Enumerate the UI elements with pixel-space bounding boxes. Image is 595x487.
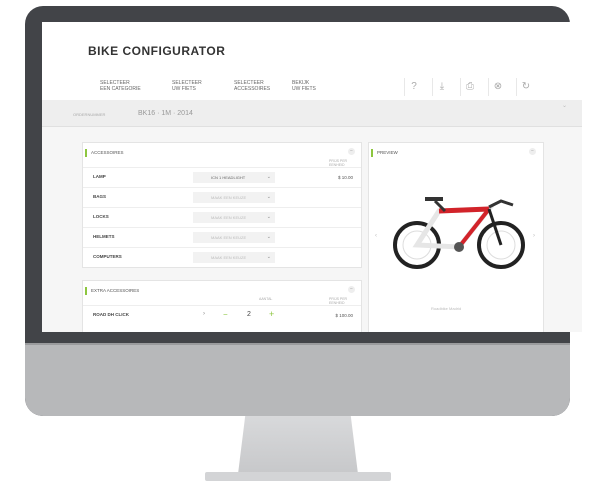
chevron-down-icon: ⌄ bbox=[266, 254, 271, 260]
accessory-price: $ 10.00 bbox=[337, 175, 353, 180]
order-bar: ORDERNUMMER BK16 · 1M · 2014 ⌄ bbox=[42, 100, 582, 127]
accessories-title: ACCESSOIRES bbox=[85, 149, 124, 157]
price-column-header: PRIJS PER EENHEID bbox=[329, 297, 348, 305]
collapse-icon[interactable]: − bbox=[348, 286, 355, 293]
table-row: LAMP ICN 1 HEADLIGHT ⌄ $ 10.00 bbox=[83, 167, 361, 188]
select-value: MAAK EEN KEUZE bbox=[211, 195, 247, 200]
select-value: MAAK EEN KEUZE bbox=[211, 215, 247, 220]
accessory-label: LAMP bbox=[93, 174, 106, 179]
table-row: LOCKS MAAK EEN KEUZE ⌄ bbox=[83, 207, 361, 228]
preview-panel: PREVIEW − Roadbike Madrid ‹ › bbox=[368, 142, 544, 332]
tab-accessories[interactable]: SELECTEER ACCESSOIRES bbox=[226, 80, 282, 102]
chevron-down-icon: ⌄ bbox=[266, 194, 271, 200]
accessory-label: ROAD DH CLICK bbox=[93, 312, 129, 317]
select-value: ICN 1 HEADLIGHT bbox=[211, 175, 246, 180]
accessory-label: COMPUTERS bbox=[93, 254, 122, 259]
select-value: MAAK EEN KEUZE bbox=[211, 255, 247, 260]
app-header: BIKE CONFIGURATOR SELECTEER EEN CATEGORI… bbox=[42, 22, 582, 102]
tab-bike[interactable]: SELECTEER UW FIETS bbox=[172, 80, 216, 100]
table-row: HELMETS MAAK EEN KEUZE ⌄ bbox=[83, 227, 361, 248]
monitor-chin-divider bbox=[25, 343, 570, 345]
increment-button[interactable]: + bbox=[269, 309, 274, 319]
app-screen: BIKE CONFIGURATOR SELECTEER EEN CATEGORI… bbox=[42, 22, 582, 332]
accessory-select[interactable]: MAAK EEN KEUZE ⌄ bbox=[193, 252, 275, 263]
bike-image bbox=[393, 197, 525, 269]
order-number: BK16 · 1M · 2014 bbox=[138, 110, 193, 117]
decrement-button[interactable]: − bbox=[223, 310, 228, 319]
page-title: BIKE CONFIGURATOR bbox=[88, 44, 226, 58]
accessory-label: BAGS bbox=[93, 194, 107, 199]
price-column-header: PRIJS PER EENHEID bbox=[329, 159, 348, 167]
table-row: COMPUTERS MAAK EEN KEUZE ⌄ bbox=[83, 247, 361, 268]
chevron-down-icon: ⌄ bbox=[266, 214, 271, 220]
refresh-icon[interactable]: ↻ bbox=[516, 78, 535, 96]
close-icon[interactable]: ⊗ bbox=[488, 78, 507, 96]
tab-label-line2: EEN CATEGORIE bbox=[100, 86, 141, 92]
chevron-right-icon[interactable]: › bbox=[533, 233, 535, 239]
accessory-select[interactable]: MAAK EEN KEUZE ⌄ bbox=[193, 212, 275, 223]
extra-accessories-panel: EXTRA ACCESSOIRES − AANTAL PRIJS PER EEN… bbox=[82, 280, 362, 332]
quantity-value: 2 bbox=[247, 311, 251, 318]
chevron-down-icon: ⌄ bbox=[266, 234, 271, 240]
accessory-label: LOCKS bbox=[93, 214, 109, 219]
extra-accessories-title: EXTRA ACCESSOIRES bbox=[85, 287, 139, 295]
chevron-left-icon[interactable]: ‹ bbox=[375, 233, 377, 239]
accessories-panel: ACCESSOIRES − PRIJS PER EENHEID LAMP ICN… bbox=[82, 142, 362, 268]
select-value: MAAK EEN KEUZE bbox=[211, 235, 247, 240]
print-icon[interactable]: ⎙ bbox=[460, 78, 479, 96]
collapse-icon[interactable]: − bbox=[529, 148, 536, 155]
table-row: ROAD DH CLICK › − 2 + $ 100.00 bbox=[83, 305, 361, 326]
extra-price: $ 100.00 bbox=[335, 313, 353, 318]
monitor-base bbox=[205, 472, 391, 481]
accessory-select[interactable]: ICN 1 HEADLIGHT ⌄ bbox=[193, 172, 275, 183]
quantity-column-header: AANTAL bbox=[259, 297, 273, 301]
accessory-select[interactable]: MAAK EEN KEUZE ⌄ bbox=[193, 192, 275, 203]
download-icon[interactable]: ⤓ bbox=[432, 78, 451, 96]
preview-caption: Roadbike Madrid bbox=[431, 306, 462, 311]
monitor-stand bbox=[238, 416, 358, 474]
tab-label-line2: UW FIETS bbox=[172, 86, 196, 92]
tab-label-line2: UW FIETS bbox=[292, 86, 316, 92]
chevron-down-icon: ⌄ bbox=[266, 174, 271, 180]
tab-label-line2: ACCESSOIRES bbox=[234, 86, 271, 92]
accessory-select[interactable]: MAAK EEN KEUZE ⌄ bbox=[193, 232, 275, 243]
tab-category[interactable]: SELECTEER EEN CATEGORIE bbox=[100, 80, 152, 100]
chevron-right-icon[interactable]: › bbox=[203, 311, 205, 317]
collapse-icon[interactable]: − bbox=[348, 148, 355, 155]
table-row: BAGS MAAK EEN KEUZE ⌄ bbox=[83, 187, 361, 208]
chevron-down-icon[interactable]: ⌄ bbox=[562, 102, 567, 109]
tab-review[interactable]: BEKIJK UW FIETS bbox=[292, 80, 336, 100]
monitor-chin bbox=[25, 344, 570, 416]
help-icon[interactable]: ? bbox=[404, 78, 423, 96]
accessory-label: HELMETS bbox=[93, 234, 115, 239]
preview-title: PREVIEW bbox=[371, 149, 398, 157]
order-label: ORDERNUMMER bbox=[73, 112, 106, 117]
